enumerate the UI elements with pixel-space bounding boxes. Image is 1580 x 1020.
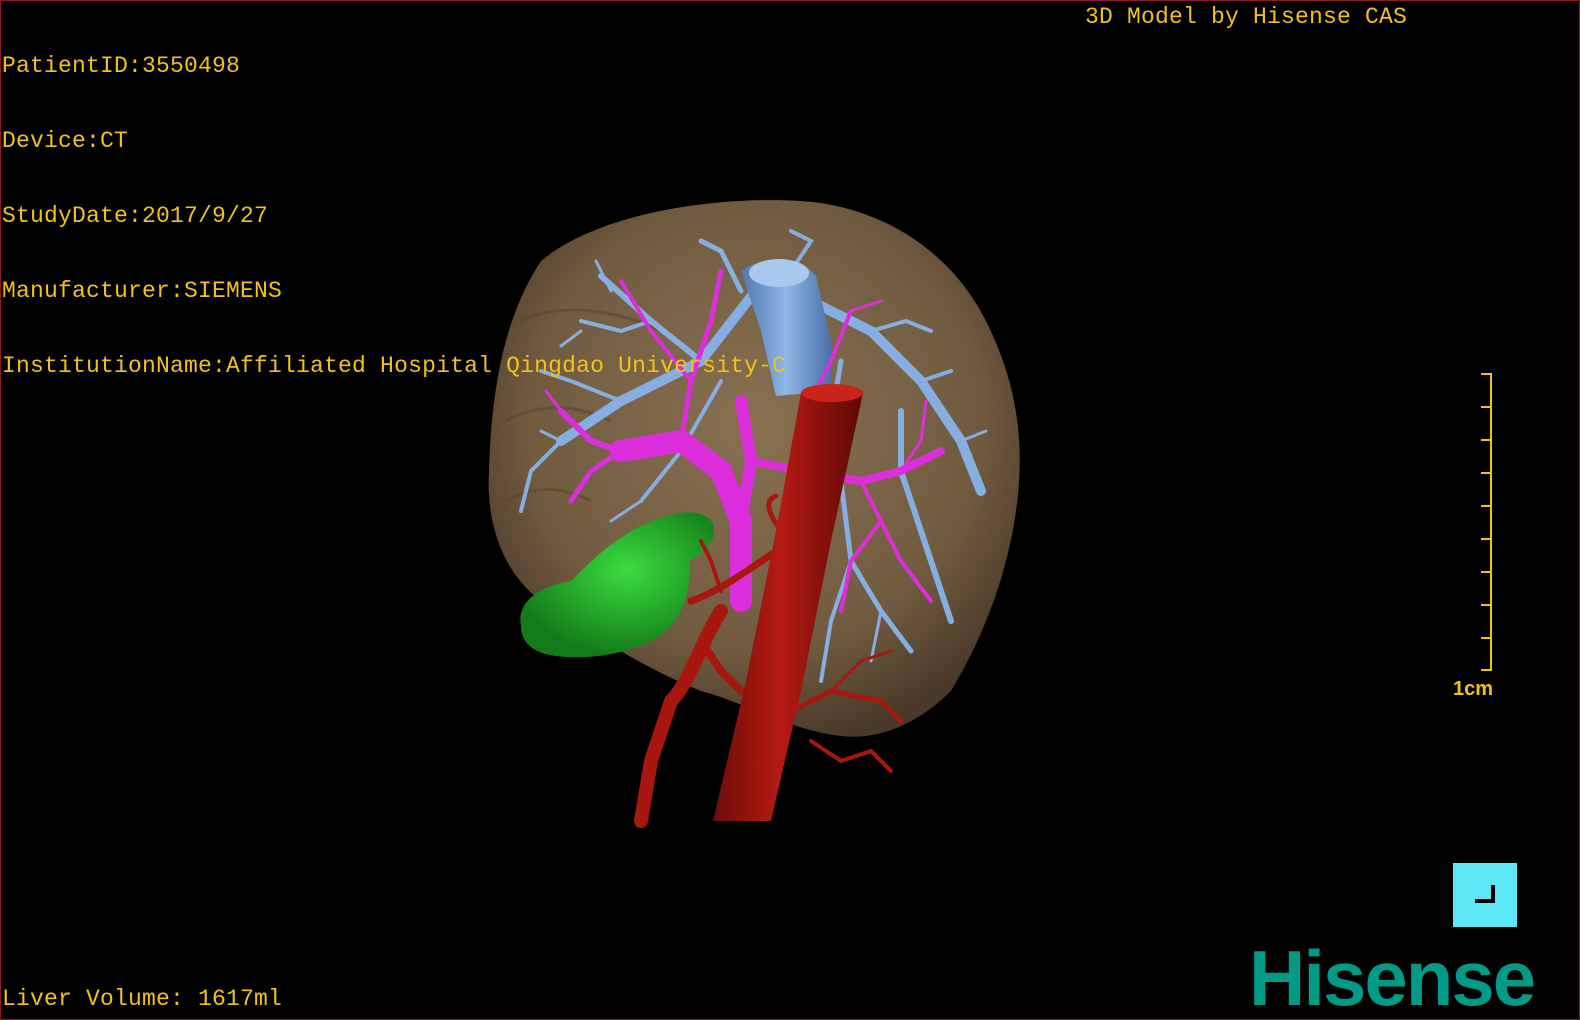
- corner-bracket-icon: [1475, 885, 1495, 903]
- study-info-block: PatientID:3550498 Device:CT StudyDate:20…: [2, 4, 786, 429]
- patient-id-text: PatientID:3550498: [2, 53, 241, 79]
- model-credit-text: 3D Model by Hisense CAS: [1085, 4, 1408, 30]
- 3d-viewport[interactable]: PatientID:3550498 Device:CT StudyDate:20…: [0, 0, 1580, 1020]
- scale-bar-label: 1cm: [1453, 678, 1494, 700]
- device-text: Device:CT: [2, 128, 129, 154]
- hisense-logo: Hisense: [1249, 934, 1536, 1020]
- liver-volume-text: Liver Volume: 1617ml: [2, 986, 283, 1012]
- institution-text: InstitutionName:Affiliated Hospital Qing…: [2, 353, 787, 379]
- study-date-text: StudyDate:2017/9/27: [2, 203, 269, 229]
- scale-bar: [1481, 373, 1492, 671]
- manufacturer-text: Manufacturer:SIEMENS: [2, 278, 283, 304]
- corner-toggle-button[interactable]: [1453, 863, 1517, 927]
